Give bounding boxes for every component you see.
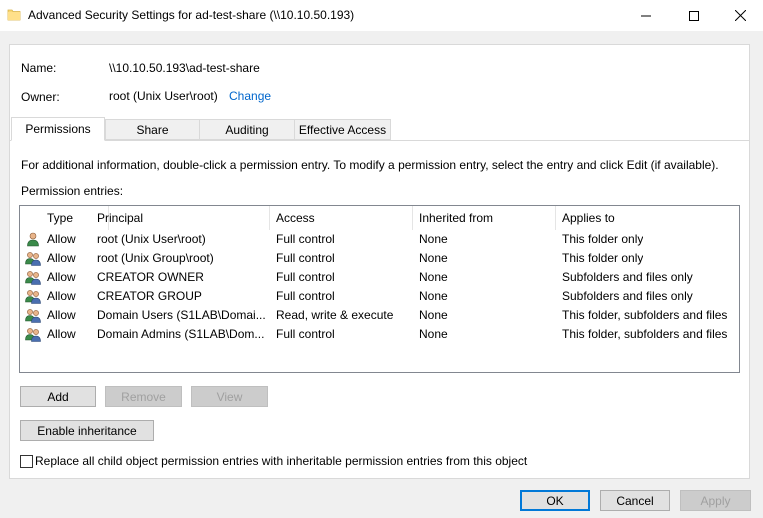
permission-entry-row[interactable]: Allow CREATOR OWNER Full control None Subfol… (20, 268, 739, 287)
cancel-button[interactable]: Cancel (600, 490, 670, 511)
tab-strip-border (9, 140, 750, 141)
remove-button[interactable]: Remove (105, 386, 182, 407)
applies-to-cell: This folder only (562, 251, 644, 265)
access-cell: Full control (276, 289, 335, 303)
permission-entry-row[interactable]: Allow root (Unix User\root) Full control No… (20, 230, 739, 249)
inherited-from-cell: None (419, 251, 448, 265)
access-cell: Read, write & execute (276, 308, 394, 322)
change-owner-link[interactable]: Change (229, 89, 271, 103)
minimize-icon (641, 15, 651, 16)
principal-cell: root (Unix User\root) (97, 232, 206, 246)
permission-entry-row[interactable]: Allow Domain Users (S1LAB\Domai... Read, w… (20, 306, 739, 325)
group-icon (25, 290, 41, 304)
group-icon (25, 309, 41, 323)
inherited-from-cell: None (419, 232, 448, 246)
tab-effective-access[interactable]: Effective Access (294, 119, 391, 140)
maximize-button[interactable] (671, 0, 717, 31)
owner-value: root (Unix User\root) (109, 89, 218, 103)
permission-entry-row[interactable]: Allow Domain Admins (S1LAB\Dom... Full con… (20, 325, 739, 344)
permission-entry-row[interactable]: Allow root (Unix Group\root) Full control N… (20, 249, 739, 268)
principal-cell: Domain Users (S1LAB\Domai... (97, 308, 266, 322)
access-cell: Full control (276, 270, 335, 284)
principal-cell: CREATOR GROUP (97, 289, 202, 303)
inherited-from-cell: None (419, 270, 448, 284)
add-button[interactable]: Add (20, 386, 96, 407)
folder-icon (7, 9, 21, 21)
view-button[interactable]: View (191, 386, 268, 407)
column-header-applies-to[interactable]: Applies to (555, 206, 739, 230)
inherited-from-cell: None (419, 308, 448, 322)
name-label: Name: (21, 61, 57, 75)
column-header-inherited-from[interactable]: Inherited from (412, 206, 556, 230)
principal-cell: CREATOR OWNER (97, 270, 204, 284)
close-icon (734, 10, 746, 21)
inherited-from-cell: None (419, 289, 448, 303)
applies-to-cell: Subfolders and files only (562, 289, 693, 303)
column-header-principal[interactable]: Principal (90, 206, 270, 230)
permission-entry-row[interactable]: Allow CREATOR GROUP Full control None Subfol… (20, 287, 739, 306)
name-value: \\10.10.50.193\ad-test-share (109, 61, 260, 75)
enable-inheritance-button[interactable]: Enable inheritance (20, 420, 154, 441)
user-icon (27, 232, 39, 247)
type-cell: Allow (47, 251, 76, 265)
type-cell: Allow (47, 289, 76, 303)
access-cell: Full control (276, 251, 335, 265)
replace-child-permissions-checkbox[interactable] (20, 455, 33, 468)
permission-entries-label: Permission entries: (21, 184, 124, 198)
maximize-icon (689, 10, 699, 21)
column-header-access[interactable]: Access (269, 206, 413, 230)
applies-to-cell: This folder, subfolders and files (562, 308, 728, 322)
title-bar[interactable]: Advanced Security Settings for ad-test-s… (0, 0, 763, 31)
apply-button[interactable]: Apply (680, 490, 751, 511)
ok-button[interactable]: OK (520, 490, 590, 511)
type-cell: Allow (47, 327, 76, 341)
type-cell: Allow (47, 308, 76, 322)
access-cell: Full control (276, 232, 335, 246)
permission-entries-list[interactable]: Type Principal Access Inherited from App… (19, 205, 740, 373)
tab-auditing[interactable]: Auditing (199, 119, 295, 140)
type-cell: Allow (47, 232, 76, 246)
owner-label: Owner: (21, 90, 60, 104)
applies-to-cell: This folder, subfolders and files (562, 327, 728, 341)
tab-permissions[interactable]: Permissions (11, 117, 105, 141)
tab-share[interactable]: Share (105, 119, 200, 140)
type-cell: Allow (47, 270, 76, 284)
principal-cell: root (Unix Group\root) (97, 251, 214, 265)
applies-to-cell: Subfolders and files only (562, 270, 693, 284)
permissions-info-text: For additional information, double-click… (21, 158, 719, 172)
replace-child-permissions-label[interactable]: Replace all child object permission entr… (35, 454, 527, 468)
applies-to-cell: This folder only (562, 232, 644, 246)
group-icon (25, 271, 41, 285)
inherited-from-cell: None (419, 327, 448, 341)
minimize-button[interactable] (623, 0, 669, 31)
group-icon (25, 328, 41, 342)
close-button[interactable] (717, 0, 763, 31)
principal-cell: Domain Admins (S1LAB\Dom... (97, 327, 265, 341)
access-cell: Full control (276, 327, 335, 341)
window-title: Advanced Security Settings for ad-test-s… (28, 8, 355, 22)
group-icon (25, 252, 41, 266)
